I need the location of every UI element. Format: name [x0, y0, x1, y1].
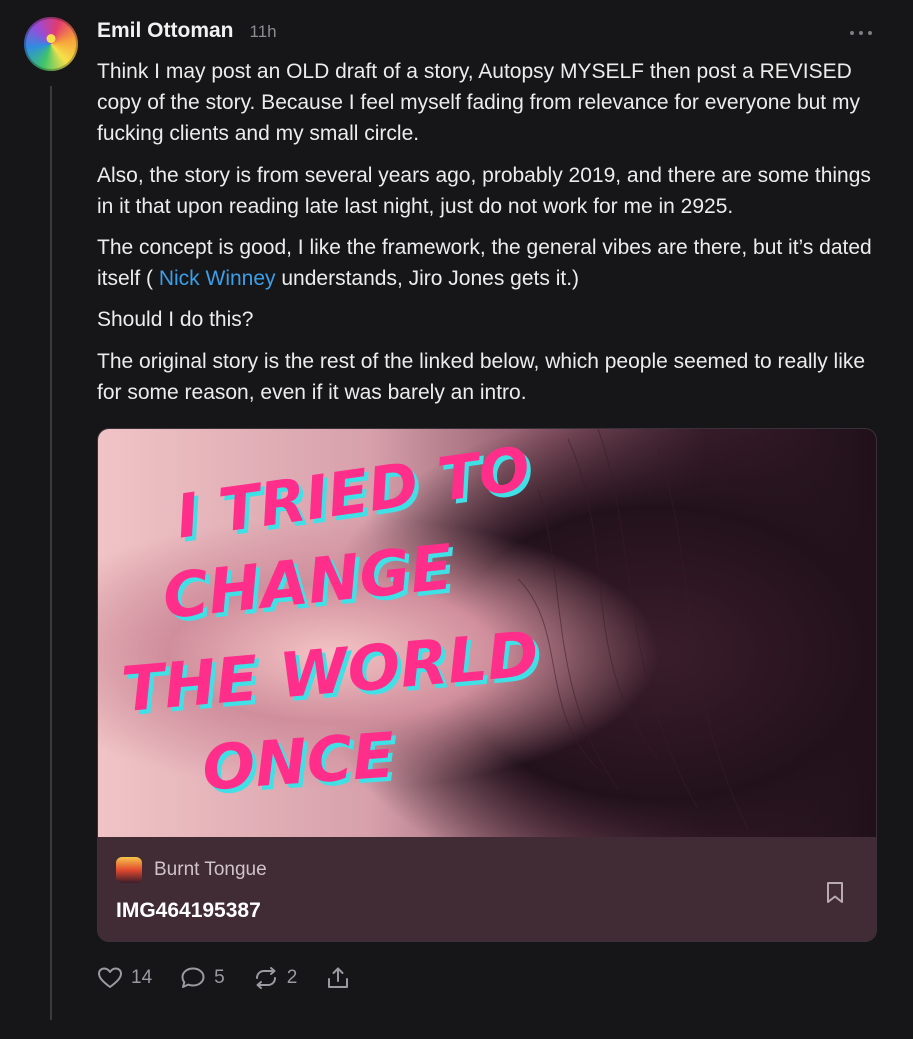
thread-line — [50, 86, 52, 1020]
restack-icon — [255, 967, 276, 989]
card-title[interactable]: IMG464195387 — [116, 899, 261, 923]
restack-count: 2 — [286, 967, 298, 988]
user-mention-link[interactable]: Nick Winney — [159, 267, 276, 290]
post-paragraph: Should I do this? — [97, 308, 254, 331]
card-cover-image[interactable]: I TRIED TO I TRIED TO CHANGE CHANGE THE … — [98, 429, 876, 837]
share-icon — [328, 967, 349, 988]
author-avatar[interactable] — [24, 17, 78, 71]
post-paragraph: The concept is good, I like the framewor… — [97, 232, 877, 294]
comment-count: 5 — [214, 967, 225, 988]
cover-artwork: I TRIED TO I TRIED TO CHANGE CHANGE THE … — [119, 429, 749, 830]
post-paragraph: Also, the story is from several years ag… — [97, 164, 871, 218]
like-button[interactable]: 14 — [97, 966, 152, 990]
like-count: 14 — [131, 967, 153, 988]
comment-bubble-icon — [181, 967, 205, 988]
post-header: Emil Ottoman 11h — [97, 19, 277, 43]
link-preview-card[interactable]: I TRIED TO I TRIED TO CHANGE CHANGE THE … — [97, 428, 877, 942]
cover-title-line: I TRIED TO — [172, 434, 535, 553]
publication-logo-icon — [116, 857, 142, 883]
heart-icon — [98, 967, 122, 988]
card-footer: Burnt Tongue IMG464195387 — [98, 837, 876, 941]
post-paragraph: The original story is the rest of the li… — [97, 350, 866, 404]
publication-name[interactable]: Burnt Tongue — [154, 859, 267, 881]
cover-title-line: ONCE — [200, 718, 397, 804]
more-options-icon[interactable] — [850, 22, 872, 44]
comment-button[interactable]: 5 — [180, 966, 225, 990]
bookmark-icon[interactable] — [825, 881, 845, 905]
post-paragraph: Think I may post an OLD draft of a story… — [97, 60, 860, 145]
share-button[interactable] — [325, 966, 351, 990]
restack-button[interactable]: 2 — [253, 966, 298, 990]
note-post: Emil Ottoman 11h Think I may post an OLD… — [0, 0, 913, 1039]
post-timestamp[interactable]: 11h — [250, 22, 277, 42]
author-name[interactable]: Emil Ottoman — [97, 19, 234, 43]
paragraph-text: understands, Jiro Jones gets it.) — [275, 267, 580, 290]
post-actions-bar: 14 5 2 — [97, 962, 379, 994]
